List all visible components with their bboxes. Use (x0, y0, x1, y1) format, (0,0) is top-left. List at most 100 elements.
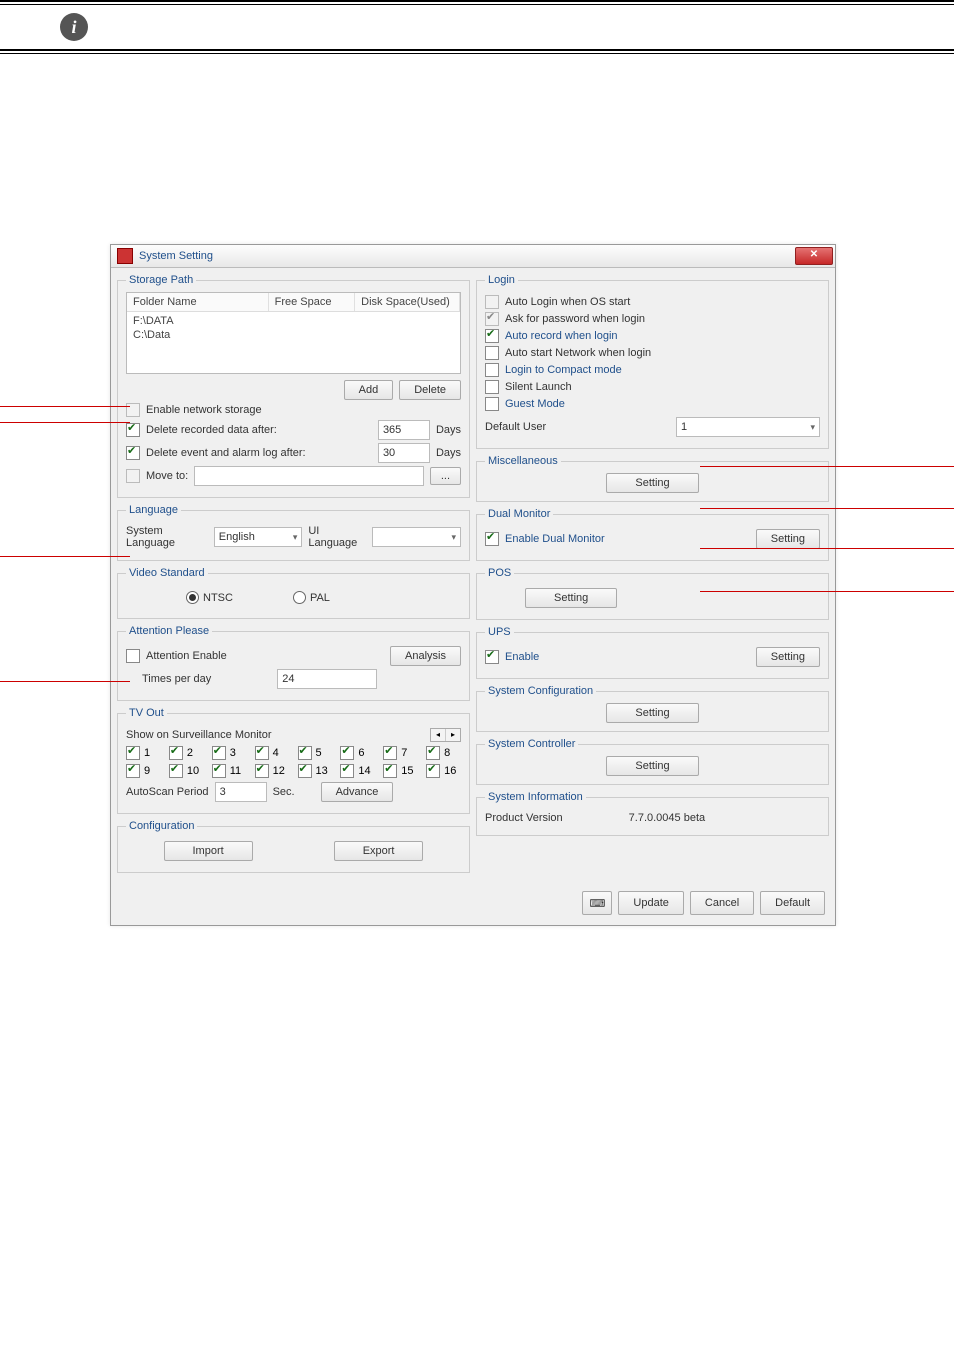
advance-button[interactable]: Advance (321, 782, 394, 802)
config-legend: Configuration (126, 820, 197, 832)
ch-check[interactable] (383, 746, 397, 760)
update-button[interactable]: Update (618, 891, 683, 915)
analysis-button[interactable]: Analysis (390, 646, 461, 666)
ch-check[interactable] (298, 764, 312, 778)
pos-legend: POS (485, 567, 514, 579)
ui-language-select[interactable] (372, 527, 461, 547)
auto-network-label: Auto start Network when login (505, 347, 651, 359)
ch-label: 13 (316, 765, 328, 777)
storage-list[interactable]: Folder Name Free Space Disk Space(Used) … (126, 292, 461, 374)
misc-setting-button[interactable]: Setting (606, 473, 698, 493)
system-setting-dialog: System Setting ✕ Storage Path Folder Nam… (110, 244, 836, 926)
channel-grid: 1 2 3 4 5 6 7 8 9 10 11 12 13 14 (126, 746, 461, 778)
delete-recorded-days-input[interactable] (378, 420, 430, 440)
times-per-day-input[interactable] (277, 669, 377, 689)
move-to-path-input[interactable] (194, 466, 424, 486)
attention-group: Attention Please Attention Enable Analys… (117, 625, 470, 701)
product-version-label: Product Version (485, 812, 563, 824)
days-label: Days (436, 447, 461, 459)
ups-enable-check[interactable] (485, 650, 499, 664)
sysinfo-legend: System Information (485, 791, 586, 803)
ch-check[interactable] (426, 746, 440, 760)
system-configuration-group: System Configuration Setting (476, 685, 829, 732)
delete-log-days-input[interactable] (378, 443, 430, 463)
ui-language-label: UI Language (308, 525, 366, 549)
auto-login-check[interactable] (485, 295, 499, 309)
auto-record-label: Auto record when login (505, 330, 618, 342)
ch-label: 5 (316, 747, 322, 759)
ch-check[interactable] (383, 764, 397, 778)
ch-check[interactable] (169, 746, 183, 760)
ch-label: 9 (144, 765, 150, 777)
default-button[interactable]: Default (760, 891, 825, 915)
days-label: Days (436, 424, 461, 436)
ch-label: 3 (230, 747, 236, 759)
auto-record-check[interactable] (485, 329, 499, 343)
dual-enable-check[interactable] (485, 532, 499, 546)
ups-setting-button[interactable]: Setting (756, 647, 820, 667)
dual-monitor-group: Dual Monitor Enable Dual Monitor Setting (476, 508, 829, 561)
silent-launch-check[interactable] (485, 380, 499, 394)
import-button[interactable]: Import (164, 841, 253, 861)
attention-enable-check[interactable] (126, 649, 140, 663)
cancel-button[interactable]: Cancel (690, 891, 754, 915)
ch-label: 16 (444, 765, 456, 777)
guest-mode-check[interactable] (485, 397, 499, 411)
browse-button[interactable]: ... (430, 467, 461, 485)
ask-password-check[interactable] (485, 312, 499, 326)
storage-legend: Storage Path (126, 274, 196, 286)
ch-check[interactable] (212, 764, 226, 778)
ch-label: 1 (144, 747, 150, 759)
ch-check[interactable] (255, 746, 269, 760)
ch-label: 8 (444, 747, 450, 759)
login-legend: Login (485, 274, 518, 286)
export-button[interactable]: Export (334, 841, 424, 861)
sysctrl-setting-button[interactable]: Setting (606, 756, 698, 776)
col-used: Disk Space(Used) (355, 293, 460, 311)
pal-label: PAL (310, 592, 330, 604)
ch-check[interactable] (426, 764, 440, 778)
sysctrl-legend: System Controller (485, 738, 578, 750)
miscellaneous-group: Miscellaneous Setting (476, 455, 829, 502)
ch-check[interactable] (340, 764, 354, 778)
autoscan-input[interactable] (215, 782, 267, 802)
pos-group: POS Setting (476, 567, 829, 620)
language-group: Language System Language English UI Lang… (117, 504, 470, 561)
ch-check[interactable] (212, 746, 226, 760)
add-button[interactable]: Add (344, 380, 394, 400)
delete-button[interactable]: Delete (399, 380, 461, 400)
language-legend: Language (126, 504, 181, 516)
list-item[interactable]: C:\Data (127, 328, 460, 342)
show-on-surveillance-label: Show on Surveillance Monitor (126, 729, 272, 741)
ch-check[interactable] (126, 764, 140, 778)
ch-check[interactable] (169, 764, 183, 778)
keyboard-button[interactable]: ⌨ (582, 891, 612, 915)
guest-mode-label: Guest Mode (505, 398, 565, 410)
tv-out-group: TV Out Show on Surveillance Monitor ◂▸ 1… (117, 707, 470, 814)
ups-enable-label: Enable (505, 651, 539, 663)
move-to-check[interactable] (126, 469, 140, 483)
dual-setting-button[interactable]: Setting (756, 529, 820, 549)
ch-check[interactable] (255, 764, 269, 778)
ask-password-label: Ask for password when login (505, 313, 645, 325)
close-button[interactable]: ✕ (795, 247, 833, 265)
channel-spinner[interactable]: ◂▸ (430, 728, 461, 742)
ntsc-radio[interactable] (186, 591, 199, 604)
delete-recorded-check[interactable] (126, 423, 140, 437)
default-user-select[interactable]: 1 (676, 417, 820, 437)
system-controller-group: System Controller Setting (476, 738, 829, 785)
pos-setting-button[interactable]: Setting (525, 588, 617, 608)
ch-check[interactable] (340, 746, 354, 760)
ch-check[interactable] (126, 746, 140, 760)
system-language-label: System Language (126, 525, 208, 549)
times-per-day-label: Times per day (142, 673, 211, 685)
sysconf-legend: System Configuration (485, 685, 596, 697)
delete-log-check[interactable] (126, 446, 140, 460)
ch-check[interactable] (298, 746, 312, 760)
system-language-select[interactable]: English (214, 527, 303, 547)
sysconf-setting-button[interactable]: Setting (606, 703, 698, 723)
list-item[interactable]: F:\DATA (127, 314, 460, 328)
auto-network-check[interactable] (485, 346, 499, 360)
pal-radio[interactable] (293, 591, 306, 604)
compact-mode-check[interactable] (485, 363, 499, 377)
